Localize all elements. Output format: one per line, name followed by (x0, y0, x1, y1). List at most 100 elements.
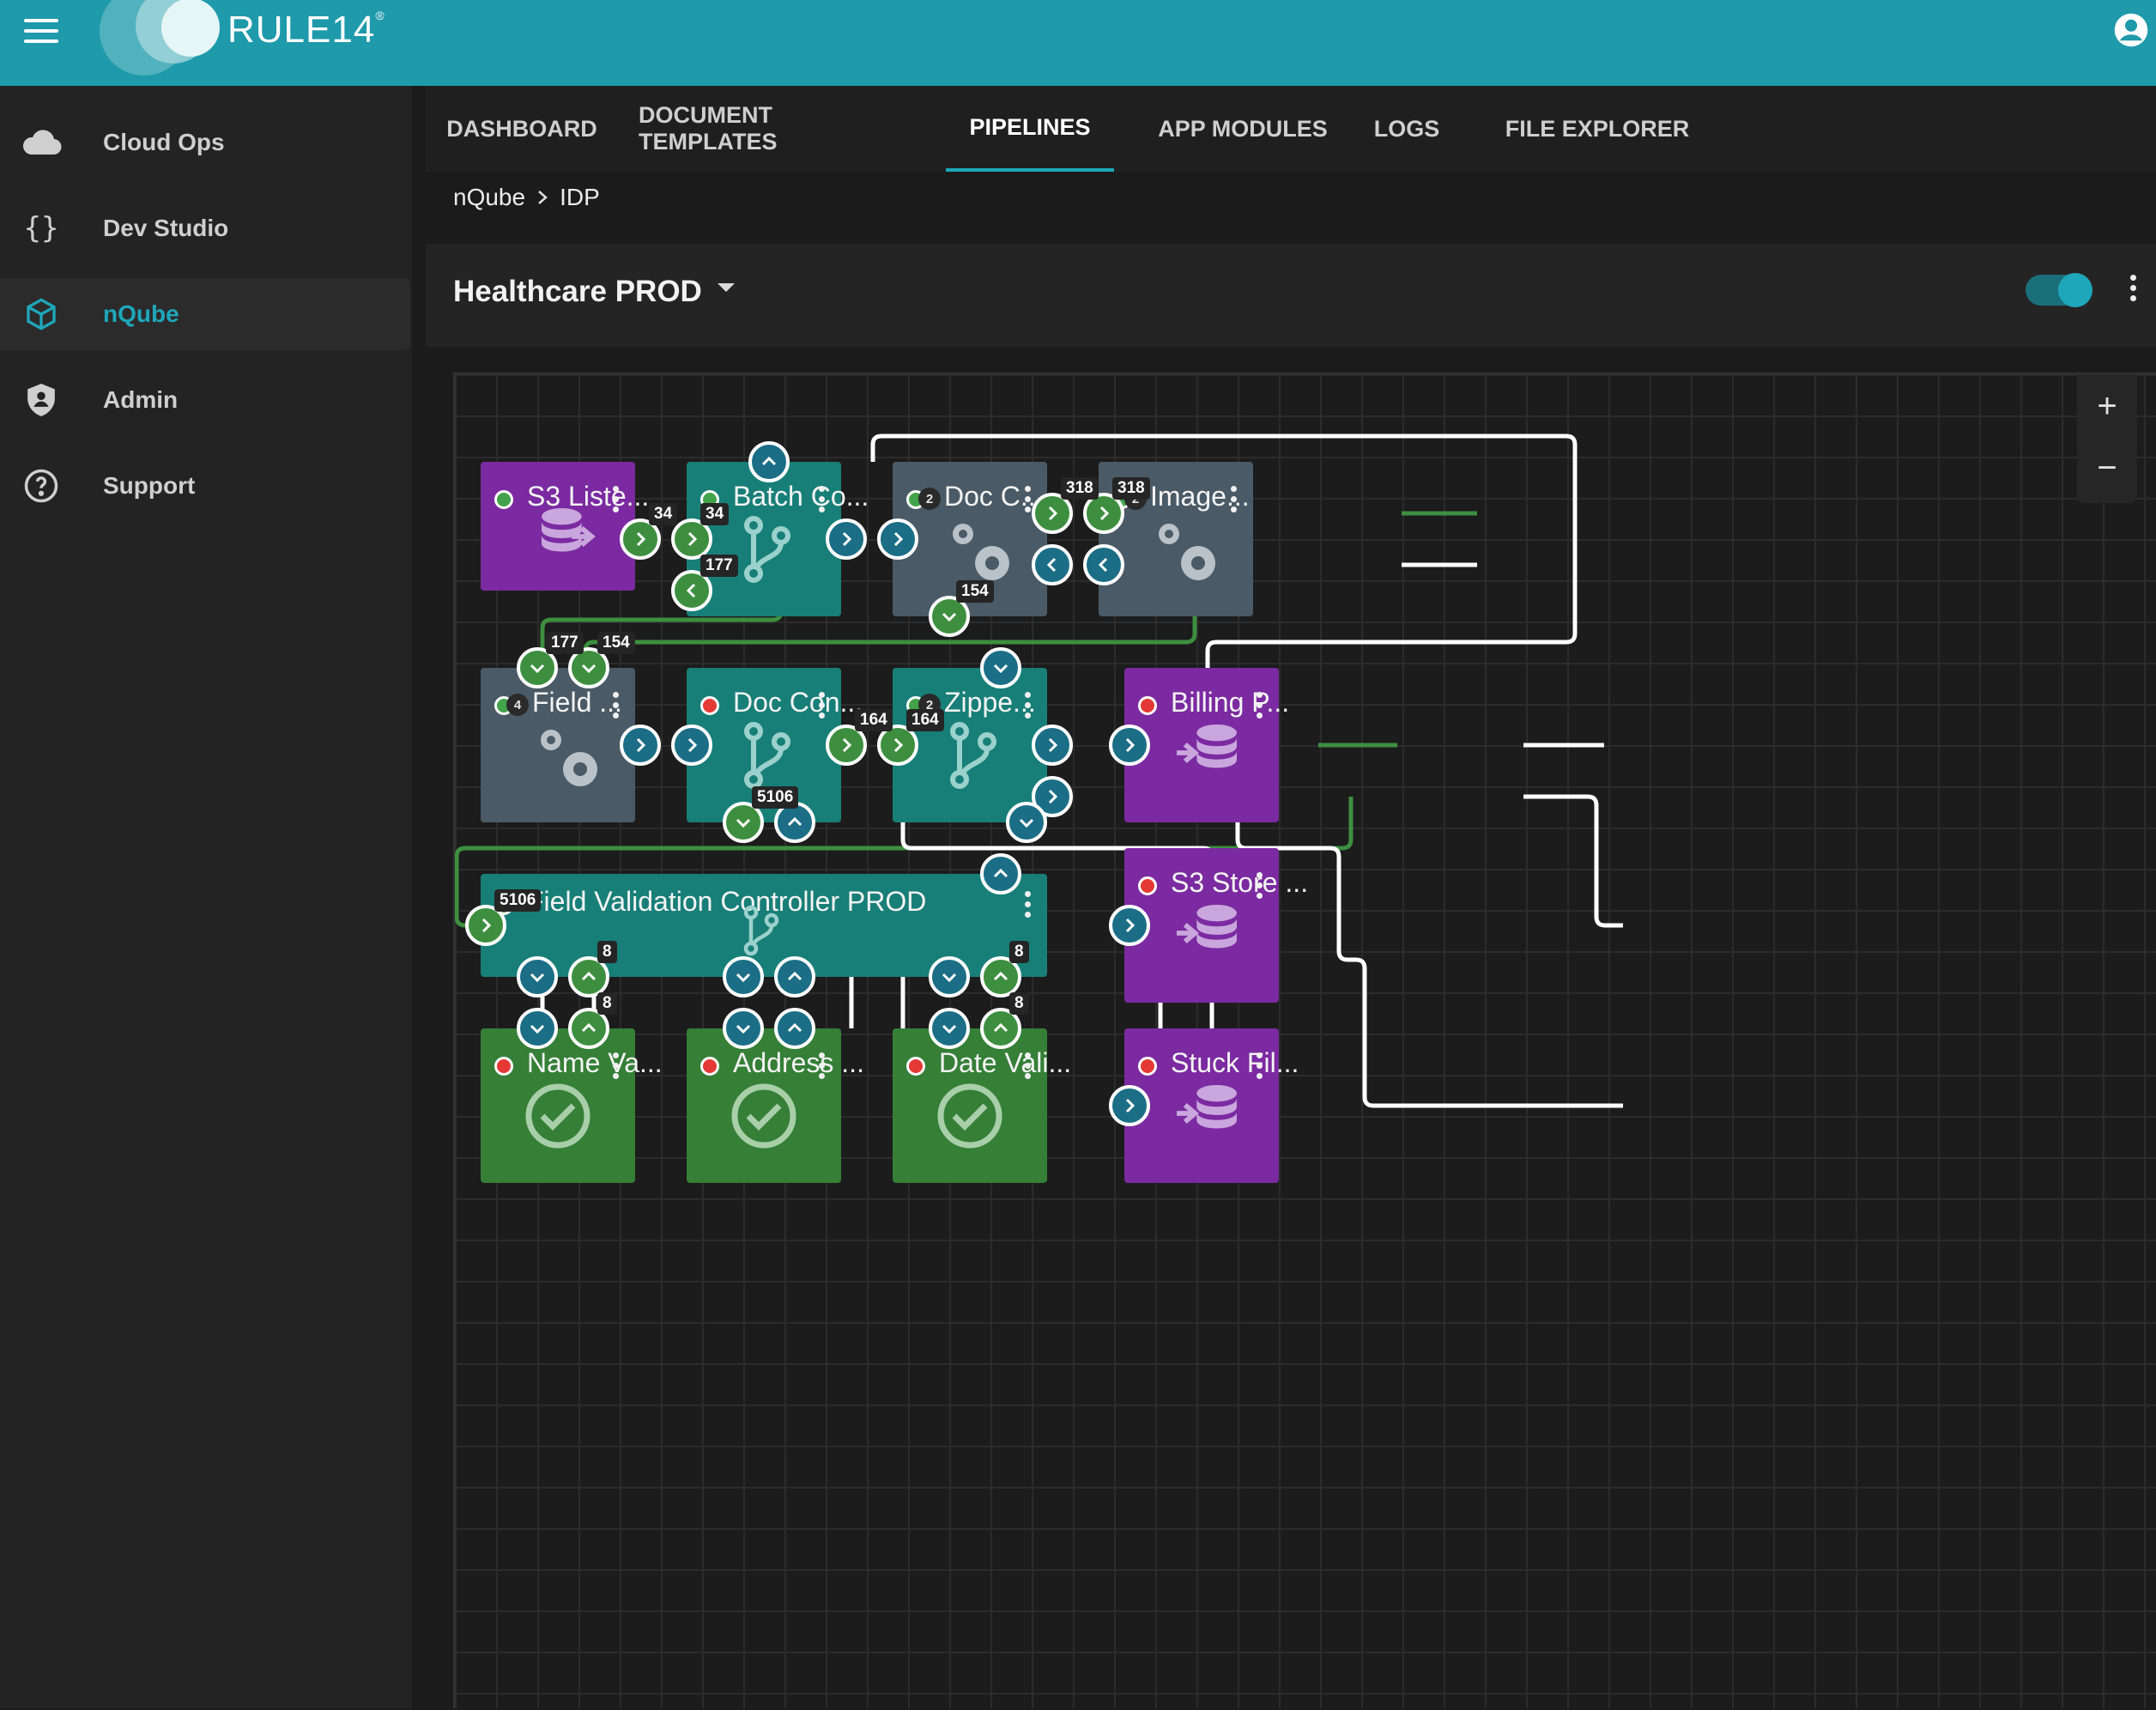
tab-file-explorer[interactable]: FILE EXPLORER (1499, 86, 1696, 172)
more-options-icon[interactable] (817, 692, 826, 725)
fv-date-down-port[interactable] (929, 956, 970, 998)
chevron-down-icon (1019, 818, 1034, 828)
more-options-icon[interactable] (611, 486, 620, 518)
chevron-down-icon (530, 664, 545, 674)
zoom-control: + − (2077, 374, 2137, 503)
breadcrumb-current: IDP (560, 184, 600, 210)
account-icon[interactable] (2113, 12, 2149, 48)
date-in-port[interactable] (929, 1008, 970, 1049)
tab-pipelines[interactable]: PIPELINES (946, 86, 1114, 172)
zipper-out-port[interactable] (1032, 725, 1073, 766)
more-options-icon[interactable] (1023, 486, 1032, 518)
database-export-icon (1177, 1084, 1237, 1129)
sidebar-item-nqube[interactable]: nQube (0, 278, 410, 350)
image-out-port[interactable] (1083, 544, 1124, 585)
help-icon (21, 465, 62, 506)
gears-icon (541, 730, 597, 786)
batch-out-port[interactable] (826, 518, 867, 560)
port-count-badge: 154 (956, 580, 994, 603)
sidebar-item-dev-studio[interactable]: {} Dev Studio (0, 192, 412, 264)
node-s3-listener[interactable]: S3 Liste... (481, 462, 649, 591)
fv-name-down-port[interactable] (517, 956, 558, 998)
branch-icon (744, 516, 790, 583)
tab-document-templates[interactable]: DOCUMENT TEMPLATES (639, 86, 896, 172)
node-name-validator[interactable]: Name Va... (481, 1028, 663, 1183)
addr-out-port[interactable] (774, 1008, 815, 1049)
chevron-right-icon (893, 737, 904, 753)
more-options-icon[interactable] (611, 1052, 620, 1085)
chevron-up-icon (761, 456, 777, 466)
chevron-right-icon (1048, 789, 1058, 804)
sidebar-item-support[interactable]: Support (0, 450, 412, 522)
billing-in-port[interactable] (1109, 725, 1150, 766)
docc-return-port[interactable] (1032, 544, 1073, 585)
tab-logs[interactable]: LOGS (1361, 86, 1452, 172)
more-options-icon[interactable] (1255, 1052, 1263, 1085)
status-indicator (494, 490, 513, 509)
s3store-in-port[interactable] (1109, 905, 1150, 946)
chevron-down-icon (942, 1024, 957, 1034)
more-options-icon[interactable] (1023, 1052, 1032, 1085)
fv-addr-up-port[interactable] (774, 956, 815, 998)
chevron-right-icon (687, 737, 698, 753)
more-options-icon[interactable] (1023, 891, 1032, 924)
zipper-top-port[interactable] (980, 647, 1021, 688)
menu-icon[interactable] (24, 19, 58, 45)
node-address-validator[interactable]: Address ... (687, 1028, 864, 1183)
more-options-icon[interactable] (1255, 692, 1263, 725)
pipeline-title[interactable]: Healthcare PROD (453, 275, 702, 309)
instance-count: 4 (506, 694, 529, 716)
more-options-icon[interactable] (817, 1052, 826, 1085)
port-count-badge: 164 (906, 709, 944, 731)
port-count-badge: 177 (700, 555, 738, 577)
tab-app-modules[interactable]: APP MODULES (1140, 86, 1346, 172)
branch-icon (743, 905, 779, 956)
more-options-icon[interactable] (1023, 692, 1032, 725)
cloud-icon (21, 122, 62, 163)
zoom-in-button[interactable]: + (2077, 376, 2137, 436)
docc-in-port[interactable] (877, 518, 918, 560)
tab-dashboard[interactable]: DASHBOARD (446, 86, 597, 172)
chevron-down-icon (736, 1024, 751, 1034)
node-date-validator[interactable]: Date Vali... (893, 1028, 1071, 1183)
name-in-port[interactable] (517, 1008, 558, 1049)
chevron-right-icon (842, 737, 852, 753)
chevron-up-icon (993, 971, 1008, 981)
field-out-port[interactable] (620, 725, 661, 766)
more-options-icon[interactable] (1229, 486, 1238, 518)
chevron-right-icon (636, 737, 646, 753)
check-circle-icon (525, 1083, 590, 1149)
node-field-extractor[interactable]: 4 Field ... (481, 668, 635, 822)
instance-count: 2 (918, 488, 941, 510)
sidebar-item-cloud-ops[interactable]: Cloud Ops (0, 106, 412, 179)
status-indicator (906, 1057, 925, 1076)
pipeline-enabled-toggle[interactable] (2026, 273, 2092, 307)
status-indicator (1138, 1057, 1157, 1076)
zoom-out-button[interactable]: − (2077, 438, 2137, 498)
chevron-down-icon (736, 973, 751, 983)
sidebar-item-label: Admin (103, 386, 179, 413)
more-options-icon[interactable] (817, 486, 826, 518)
batch-top-port[interactable] (748, 441, 790, 482)
sidebar-item-label: nQube (103, 300, 179, 327)
sidebar-item-label: Dev Studio (103, 215, 229, 241)
more-options-icon[interactable] (2129, 275, 2137, 307)
node-label: Batch Co... (733, 481, 869, 512)
stuck-in-port[interactable] (1109, 1085, 1150, 1126)
chevron-right-icon (1048, 737, 1058, 753)
zipper-down-port[interactable] (1006, 802, 1047, 843)
port-count-badge: 318 (1112, 477, 1150, 500)
port-count-badge: 8 (597, 992, 617, 1015)
brand-name: RULE14® (227, 9, 385, 51)
doccon-in-port[interactable] (671, 725, 712, 766)
addr-in-port[interactable] (723, 1008, 764, 1049)
fv-addr-down-port[interactable] (723, 956, 764, 998)
pipeline-canvas[interactable]: S3 Liste... Batch Co... 2 Doc C... 2 Ima… (453, 373, 2156, 1708)
chevron-up-icon (993, 868, 1008, 878)
more-options-icon[interactable] (611, 692, 620, 725)
chevron-down-icon[interactable] (718, 283, 735, 292)
fv-top-port[interactable] (980, 853, 1021, 894)
sidebar-item-admin[interactable]: Admin (0, 364, 412, 436)
more-options-icon[interactable] (1255, 872, 1263, 905)
breadcrumb-root[interactable]: nQube (453, 184, 525, 211)
